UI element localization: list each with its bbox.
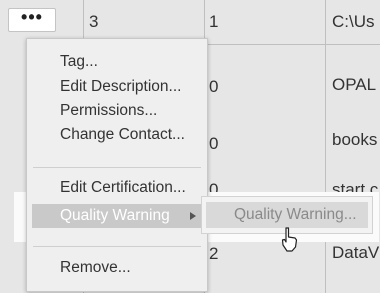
menu-item-tag[interactable]: Tag... [27, 50, 207, 74]
chevron-right-icon [190, 212, 196, 220]
menu-separator [33, 246, 201, 247]
menu-item-label: Quality Warning [60, 207, 170, 224]
table-cell[interactable]: 2 [209, 244, 218, 264]
submenu-item-quality-warning[interactable]: Quality Warning... [206, 202, 368, 228]
table-cell[interactable]: OPAL [332, 75, 380, 95]
context-menu: Tag... Edit Description... Permissions..… [26, 38, 208, 292]
mouse-pointer-icon [281, 227, 298, 252]
menu-item-change-contact[interactable]: Change Contact... [27, 123, 207, 147]
table-cell[interactable]: 3 [89, 12, 98, 32]
table-cell[interactable]: 0 [209, 77, 218, 97]
table-cell[interactable]: C:\Us [332, 12, 380, 32]
menu-item-quality-warning[interactable]: Quality Warning [32, 204, 206, 228]
table-cell[interactable]: 1 [209, 12, 218, 32]
table-cell[interactable]: DataV [332, 243, 380, 263]
menu-item-edit-description[interactable]: Edit Description... [27, 75, 207, 99]
menu-item-permissions[interactable]: Permissions... [27, 99, 207, 123]
menu-item-remove[interactable]: Remove... [27, 256, 207, 280]
table-cell[interactable]: books [332, 130, 380, 150]
menu-separator [33, 167, 201, 168]
more-actions-button[interactable]: ••• [8, 8, 56, 32]
menu-item-edit-certification[interactable]: Edit Certification... [27, 176, 207, 200]
table-cell[interactable]: 0 [209, 134, 218, 154]
